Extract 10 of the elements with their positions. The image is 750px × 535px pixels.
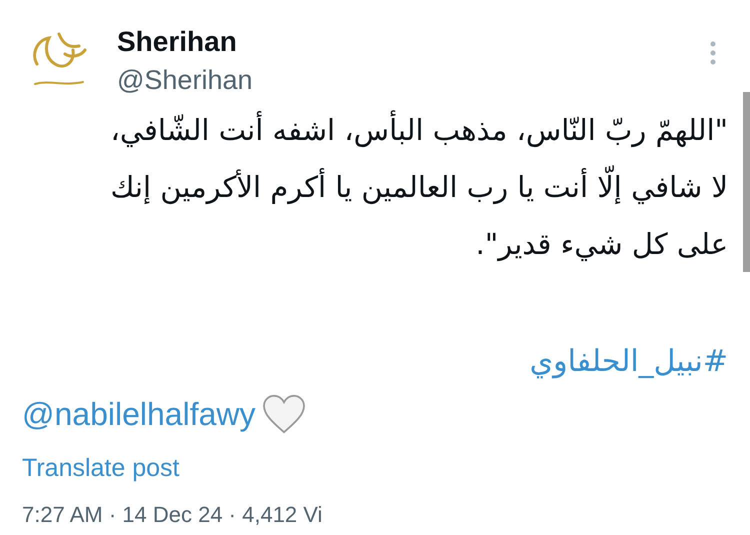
heart-icon xyxy=(262,394,306,434)
author-name[interactable]: Sherihan xyxy=(117,24,252,60)
translate-link[interactable]: Translate post xyxy=(22,454,180,482)
post-meta: 7:27 AM · 14 Dec 24 · 4,412 Vi xyxy=(22,502,322,526)
author-handle[interactable]: @Sherihan xyxy=(117,62,252,98)
scrollbar[interactable] xyxy=(743,92,750,272)
mention-link[interactable]: @nabilelhalfawy xyxy=(22,390,256,438)
hashtag-link[interactable]: #نبيل_الحلفاوي xyxy=(530,339,728,384)
post-text: "اللهمّ ربّ النّاس، مذهب البأس، اشفه أنت الشّافي، لا شافي إلّا أنت يا رب العالمين يا أكرم الأكرمين إنك على كل شيء قدير". xyxy=(110,102,728,273)
more-options-icon[interactable] xyxy=(710,41,716,65)
